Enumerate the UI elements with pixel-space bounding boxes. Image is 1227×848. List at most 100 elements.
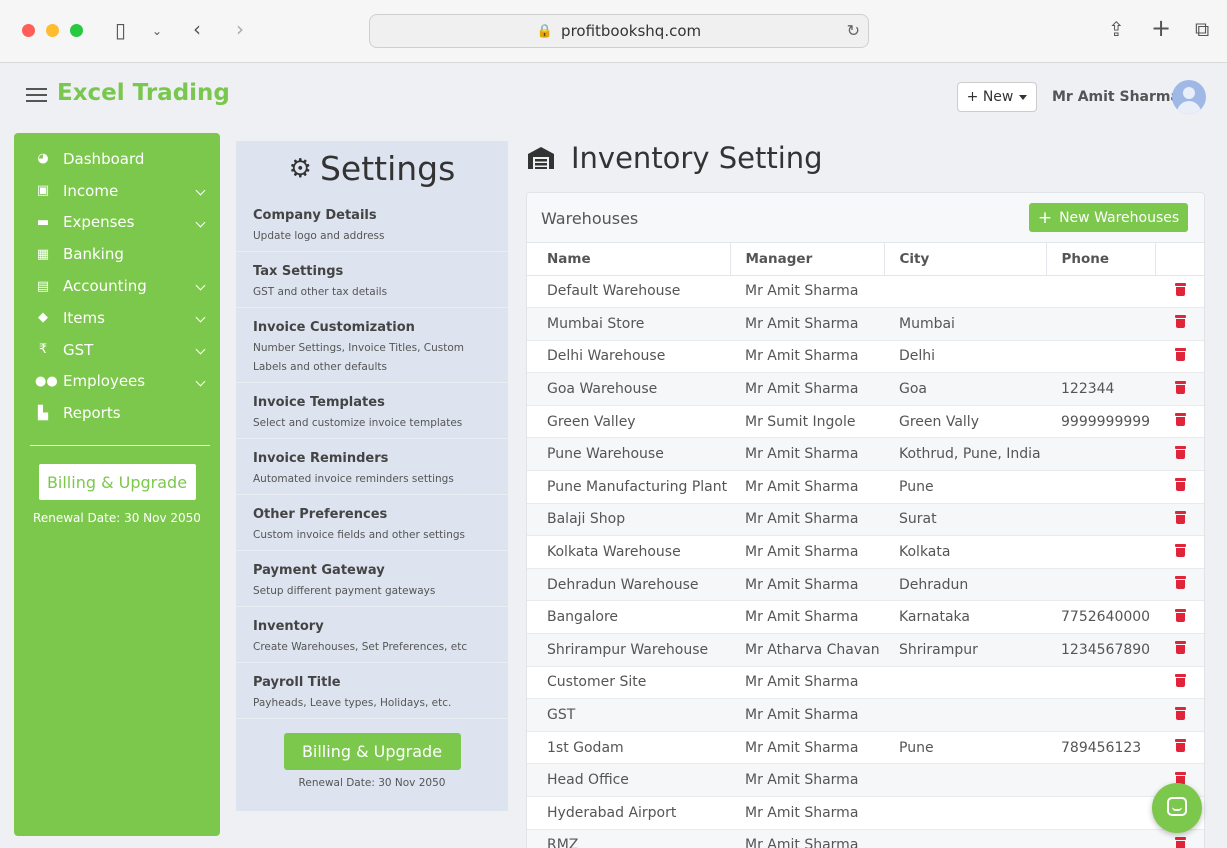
- table-row[interactable]: Pune Warehouse Mr Amit Sharma Kothrud, Pun…: [527, 437, 1204, 472]
- trash-icon[interactable]: [1174, 641, 1186, 655]
- cell-name: Kolkata Warehouse: [527, 535, 730, 569]
- table-row[interactable]: Hyderabad Airport Mr Amit Sharma: [527, 796, 1204, 830]
- trash-icon[interactable]: [1174, 739, 1186, 753]
- sidebar-item-income[interactable]: ▣ Income: [14, 175, 220, 207]
- settings-option-inventory[interactable]: Inventory Create Warehouses, Set Preferen…: [236, 607, 508, 663]
- zoom-window-button[interactable]: [70, 24, 83, 37]
- trash-icon[interactable]: [1174, 413, 1186, 427]
- table-header-row: Name Manager City Phone: [527, 243, 1204, 276]
- table-row[interactable]: Head Office Mr Amit Sharma: [527, 763, 1204, 797]
- sidebar-toggle-icon[interactable]: ▯: [115, 20, 126, 40]
- minimize-window-button[interactable]: [46, 24, 59, 37]
- settings-option-company-details[interactable]: Company Details Update logo and address: [236, 196, 508, 252]
- settings-option-other-preferences[interactable]: Other Preferences Custom invoice fields a…: [236, 495, 508, 551]
- billing-upgrade-button[interactable]: Billing & Upgrade: [37, 463, 197, 502]
- trash-icon[interactable]: [1174, 510, 1186, 524]
- trash-icon[interactable]: [1174, 478, 1186, 492]
- table-row[interactable]: Goa Warehouse Mr Amit Sharma Goa 122344: [527, 372, 1204, 406]
- sidebar-item-items[interactable]: ◆ Items: [14, 302, 220, 334]
- users-icon: ●●: [35, 373, 58, 389]
- option-title: Invoice Templates: [253, 395, 385, 410]
- renewal-date: Renewal Date: 30 Nov 2050: [33, 511, 201, 526]
- sidebar-item-label: GST: [63, 340, 94, 359]
- tabs-overview-icon[interactable]: ⧉: [1195, 19, 1209, 39]
- new-warehouse-button[interactable]: + New Warehouses: [1029, 203, 1188, 232]
- reload-icon[interactable]: ↻: [847, 21, 860, 40]
- trash-icon[interactable]: [1174, 347, 1186, 361]
- cell-manager: Mr Amit Sharma: [730, 340, 884, 374]
- table-row[interactable]: Shrirampur Warehouse Mr Atharva Chavan Shr…: [527, 633, 1204, 667]
- column-header-manager[interactable]: Manager: [730, 243, 885, 276]
- trash-icon[interactable]: [1174, 576, 1186, 590]
- sidebar-item-dashboard[interactable]: ◕ Dashboard: [14, 143, 220, 175]
- bar-chart-icon: ▙: [38, 405, 48, 421]
- cell-phone: 1234567890: [1046, 633, 1155, 667]
- cell-city: Shrirampur: [884, 633, 1046, 667]
- settings-option-invoice-reminders[interactable]: Invoice Reminders Automated invoice remin…: [236, 439, 508, 495]
- table-row[interactable]: Kolkata Warehouse Mr Amit Sharma Kolkata: [527, 535, 1204, 569]
- table-row[interactable]: Mumbai Store Mr Amit Sharma Mumbai: [527, 307, 1204, 341]
- cell-name: Balaji Shop: [527, 503, 730, 537]
- column-header-name[interactable]: Name: [527, 243, 731, 276]
- table-row[interactable]: Dehradun Warehouse Mr Amit Sharma Dehradun: [527, 568, 1204, 602]
- sidebar-item-gst[interactable]: ₹ GST: [14, 334, 220, 366]
- trash-icon[interactable]: [1174, 315, 1186, 329]
- cell-phone: [1046, 568, 1155, 602]
- back-icon[interactable]: ‹: [193, 19, 201, 39]
- settings-option-tax-settings[interactable]: Tax Settings GST and other tax details: [236, 252, 508, 308]
- trash-icon[interactable]: [1174, 608, 1186, 622]
- hamburger-menu-icon[interactable]: [26, 88, 47, 102]
- brand-name[interactable]: Excel Trading: [57, 80, 230, 106]
- table-row[interactable]: Default Warehouse Mr Amit Sharma: [527, 275, 1204, 309]
- table-row[interactable]: Pune Manufacturing Plant Mr Amit Sharma Pu…: [527, 470, 1204, 504]
- cell-manager: Mr Amit Sharma: [730, 698, 884, 732]
- sidebar-item-label: Items: [63, 308, 105, 327]
- settings-option-payroll[interactable]: Payroll Title Payheads, Leave types, Holi…: [236, 663, 508, 719]
- table-row[interactable]: Delhi Warehouse Mr Amit Sharma Delhi: [527, 340, 1204, 374]
- table-row[interactable]: RMZ Mr Amit Sharma: [527, 829, 1204, 848]
- table-row[interactable]: Balaji Shop Mr Amit Sharma Surat: [527, 503, 1204, 537]
- sidebar-item-employees[interactable]: ●● Employees: [14, 366, 220, 398]
- sidebar-item-banking[interactable]: ▦ Banking: [14, 238, 220, 270]
- chat-support-button[interactable]: [1152, 783, 1202, 833]
- trash-icon[interactable]: [1174, 673, 1186, 687]
- sidebar-item-reports[interactable]: ▙ Reports: [14, 397, 220, 429]
- trash-icon[interactable]: [1174, 445, 1186, 459]
- renewal-date: Renewal Date: 30 Nov 2050: [298, 777, 446, 789]
- cell-phone: [1046, 796, 1155, 830]
- settings-option-invoice-templates[interactable]: Invoice Templates Select and customize in…: [236, 383, 508, 439]
- column-header-phone[interactable]: Phone: [1046, 243, 1156, 276]
- share-icon[interactable]: ⇪: [1108, 19, 1125, 39]
- table-row[interactable]: Customer Site Mr Amit Sharma: [527, 666, 1204, 700]
- trash-icon[interactable]: [1174, 836, 1186, 848]
- settings-option-invoice-customization[interactable]: Invoice Customization Number Settings, In…: [236, 308, 508, 383]
- sidebar-item-expenses[interactable]: ▬ Expenses: [14, 207, 220, 239]
- cell-phone: 9999999999: [1046, 405, 1155, 439]
- trash-icon[interactable]: [1174, 380, 1186, 394]
- sidebar-item-accounting[interactable]: ▤ Accounting: [14, 270, 220, 302]
- close-window-button[interactable]: [22, 24, 35, 37]
- new-tab-icon[interactable]: +: [1151, 16, 1171, 40]
- trash-icon[interactable]: [1174, 282, 1186, 296]
- option-desc: Update logo and address: [253, 230, 385, 242]
- new-dropdown-button[interactable]: + New: [957, 82, 1037, 112]
- settings-option-payment-gateway[interactable]: Payment Gateway Setup different payment g…: [236, 551, 508, 607]
- plus-icon: +: [1037, 207, 1053, 228]
- table-row[interactable]: 1st Godam Mr Amit Sharma Pune 789456123: [527, 731, 1204, 765]
- delete-cell: [1155, 633, 1204, 667]
- billing-upgrade-button[interactable]: Billing & Upgrade: [283, 733, 461, 770]
- tags-icon: ◆: [38, 310, 48, 326]
- trash-icon[interactable]: [1174, 543, 1186, 557]
- cell-city: Kolkata: [884, 535, 1046, 569]
- table-row[interactable]: Bangalore Mr Amit Sharma Karnataka 77526400…: [527, 600, 1204, 635]
- avatar[interactable]: [1172, 80, 1206, 114]
- option-desc: Number Settings, Invoice Titles, Custom …: [253, 342, 465, 373]
- chevron-down-icon[interactable]: ⌄: [152, 21, 162, 41]
- column-header-city[interactable]: City: [884, 243, 1047, 276]
- forward-icon[interactable]: ›: [236, 19, 244, 39]
- table-row[interactable]: GST Mr Amit Sharma: [527, 698, 1204, 732]
- table-row[interactable]: Green Valley Mr Sumit Ingole Green Vally 99…: [527, 405, 1204, 439]
- trash-icon[interactable]: [1174, 706, 1186, 720]
- address-bar[interactable]: 🔒 profitbookshq.com ↻: [369, 14, 869, 48]
- user-name[interactable]: Mr Amit Sharma: [1052, 89, 1180, 105]
